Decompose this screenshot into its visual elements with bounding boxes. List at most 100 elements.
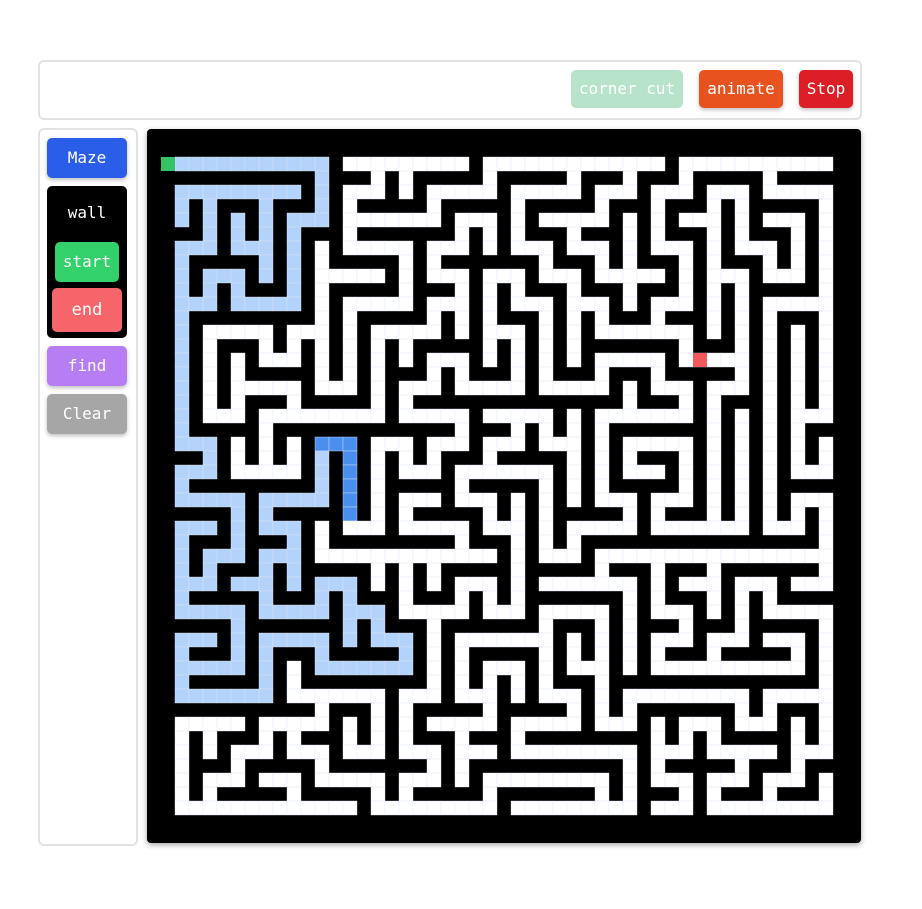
maze-cell[interactable] xyxy=(818,660,834,676)
maze-cell[interactable] xyxy=(286,548,302,564)
maze-cell[interactable] xyxy=(524,772,540,788)
maze-cell[interactable] xyxy=(454,548,470,564)
maze-cell[interactable] xyxy=(818,646,834,662)
maze-cell[interactable] xyxy=(762,184,778,200)
maze-cell[interactable] xyxy=(286,576,302,592)
maze-cell[interactable] xyxy=(762,786,778,802)
maze-cell[interactable] xyxy=(454,800,470,816)
maze-cell[interactable] xyxy=(566,800,582,816)
maze-cell[interactable] xyxy=(426,716,442,732)
maze-cell[interactable] xyxy=(230,436,246,452)
maze-cell[interactable] xyxy=(622,450,638,466)
maze-cell[interactable] xyxy=(706,380,722,396)
maze-cell[interactable] xyxy=(300,492,316,508)
maze-cell[interactable] xyxy=(202,408,218,424)
maze-cell[interactable] xyxy=(496,156,512,172)
start-cell[interactable] xyxy=(161,157,175,171)
maze-cell[interactable] xyxy=(762,352,778,368)
maze-cell[interactable] xyxy=(734,310,750,326)
maze-cell[interactable] xyxy=(454,212,470,228)
maze-cell[interactable] xyxy=(762,604,778,620)
maze-cell[interactable] xyxy=(734,268,750,284)
maze-cell[interactable] xyxy=(314,576,330,592)
maze-cell[interactable] xyxy=(398,436,414,452)
maze-cell[interactable] xyxy=(174,744,190,760)
maze-cell[interactable] xyxy=(650,184,666,200)
maze-cell[interactable] xyxy=(286,296,302,312)
maze-cell[interactable] xyxy=(720,772,736,788)
maze-cell[interactable] xyxy=(594,604,610,620)
maze-cell[interactable] xyxy=(538,576,554,592)
maze-cell[interactable] xyxy=(412,492,428,508)
maze-cell[interactable] xyxy=(650,408,666,424)
maze-cell[interactable] xyxy=(412,408,428,424)
maze-cell[interactable] xyxy=(286,730,302,746)
find-button[interactable]: find xyxy=(47,346,127,386)
maze-cell[interactable] xyxy=(818,674,834,690)
maze-cell[interactable] xyxy=(818,800,834,816)
maze-cell[interactable] xyxy=(426,688,442,704)
maze-cell[interactable] xyxy=(328,800,344,816)
maze-cell[interactable] xyxy=(594,772,610,788)
maze-cell[interactable] xyxy=(258,772,274,788)
maze-cell[interactable] xyxy=(454,156,470,172)
maze-cell[interactable] xyxy=(748,800,764,816)
maze-cell[interactable] xyxy=(342,198,358,214)
maze-cell[interactable] xyxy=(580,212,596,228)
maze-cell[interactable] xyxy=(594,408,610,424)
wall-tool-button[interactable]: wall xyxy=(47,194,127,232)
maze-cell[interactable] xyxy=(398,688,414,704)
maze-cell[interactable] xyxy=(804,156,820,172)
maze-cell[interactable] xyxy=(370,772,386,788)
maze-cell[interactable] xyxy=(594,576,610,592)
maze-cell[interactable] xyxy=(650,520,666,536)
maze-cell[interactable] xyxy=(188,576,204,592)
maze-cell[interactable] xyxy=(216,408,232,424)
maze-cell[interactable] xyxy=(174,380,190,396)
maze-cell[interactable] xyxy=(734,338,750,354)
maze-cell[interactable] xyxy=(216,156,232,172)
maze-cell[interactable] xyxy=(678,492,694,508)
maze-cell[interactable] xyxy=(566,380,582,396)
maze-cell[interactable] xyxy=(398,702,414,718)
maze-cell[interactable] xyxy=(202,450,218,466)
maze-cell[interactable] xyxy=(818,772,834,788)
maze-cell[interactable] xyxy=(692,548,708,564)
maze-cell[interactable] xyxy=(706,744,722,760)
maze-cell[interactable] xyxy=(342,408,358,424)
maze-cell[interactable] xyxy=(538,744,554,760)
maze-cell[interactable] xyxy=(818,786,834,802)
maze-cell[interactable] xyxy=(342,240,358,256)
maze-cell[interactable] xyxy=(538,660,554,676)
maze-cell[interactable] xyxy=(258,240,274,256)
maze-cell[interactable] xyxy=(734,520,750,536)
maze-cell[interactable] xyxy=(230,548,246,564)
maze-cell[interactable] xyxy=(342,520,358,536)
maze-cell[interactable] xyxy=(664,324,680,340)
maze-cell[interactable] xyxy=(286,534,302,550)
maze-cell[interactable] xyxy=(706,156,722,172)
maze-cell[interactable] xyxy=(398,268,414,284)
maze-cell[interactable] xyxy=(594,464,610,480)
maze-cell[interactable] xyxy=(174,800,190,816)
maze-cell[interactable] xyxy=(804,800,820,816)
maze-cell[interactable] xyxy=(258,296,274,312)
maze-cell[interactable] xyxy=(678,408,694,424)
maze-cell[interactable] xyxy=(790,464,806,480)
maze-cell[interactable] xyxy=(286,786,302,802)
maze-cell[interactable] xyxy=(342,268,358,284)
maze-cell[interactable] xyxy=(776,184,792,200)
maze-cell[interactable] xyxy=(622,254,638,270)
maze-cell[interactable] xyxy=(706,464,722,480)
maze-cell[interactable] xyxy=(552,744,568,760)
maze-cell[interactable] xyxy=(174,548,190,564)
maze-cell[interactable] xyxy=(510,464,526,480)
maze-cell[interactable] xyxy=(272,156,288,172)
maze-cell[interactable] xyxy=(314,254,330,270)
maze-cell[interactable] xyxy=(440,408,456,424)
maze-cell[interactable] xyxy=(496,520,512,536)
maze-cell[interactable] xyxy=(370,394,386,410)
maze-cell[interactable] xyxy=(762,464,778,480)
maze-cell[interactable] xyxy=(202,338,218,354)
maze-cell[interactable] xyxy=(370,618,386,634)
